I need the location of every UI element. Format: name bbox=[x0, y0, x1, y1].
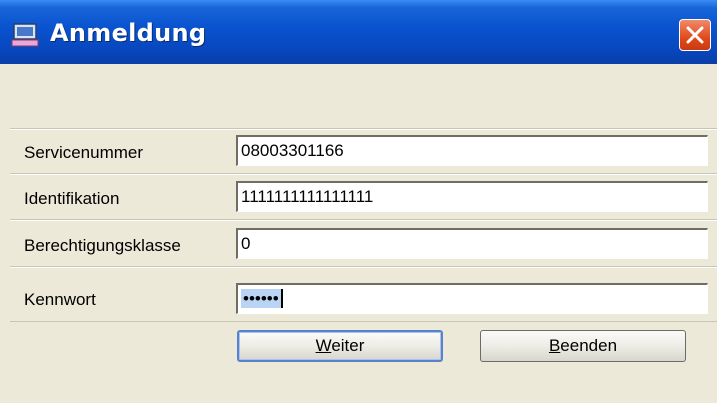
login-dialog: Anmeldung Servicenummer 08003301166 Iden… bbox=[0, 0, 717, 403]
berechtigungsklasse-input[interactable]: 0 bbox=[236, 228, 708, 259]
computer-icon bbox=[10, 23, 40, 49]
divider bbox=[10, 220, 717, 221]
kennwort-label: Kennwort bbox=[24, 290, 96, 309]
identifikation-label: Identifikation bbox=[24, 189, 120, 208]
berechtigungsklasse-label: Berechtigungsklasse bbox=[24, 236, 181, 255]
kennwort-input[interactable]: •••••• bbox=[236, 283, 708, 314]
servicenummer-label: Servicenummer bbox=[24, 143, 144, 162]
title-bar[interactable]: Anmeldung bbox=[0, 0, 717, 64]
divider bbox=[10, 321, 717, 322]
window-title: Anmeldung bbox=[50, 19, 207, 47]
weiter-mnemonic: W bbox=[315, 336, 332, 355]
close-button[interactable] bbox=[679, 19, 711, 51]
divider bbox=[10, 129, 717, 130]
password-value: •••••• bbox=[241, 289, 283, 308]
close-icon bbox=[686, 26, 704, 44]
identifikation-input[interactable]: 1111111111111111 bbox=[236, 181, 708, 212]
weiter-button[interactable]: Weiter bbox=[237, 330, 443, 362]
weiter-label: eiter bbox=[331, 336, 365, 355]
beenden-label: eenden bbox=[560, 336, 618, 355]
servicenummer-input[interactable]: 08003301166 bbox=[236, 135, 708, 166]
divider bbox=[10, 174, 717, 175]
beenden-mnemonic: B bbox=[548, 336, 561, 355]
beenden-button[interactable]: Beenden bbox=[480, 330, 686, 362]
divider bbox=[10, 267, 717, 268]
